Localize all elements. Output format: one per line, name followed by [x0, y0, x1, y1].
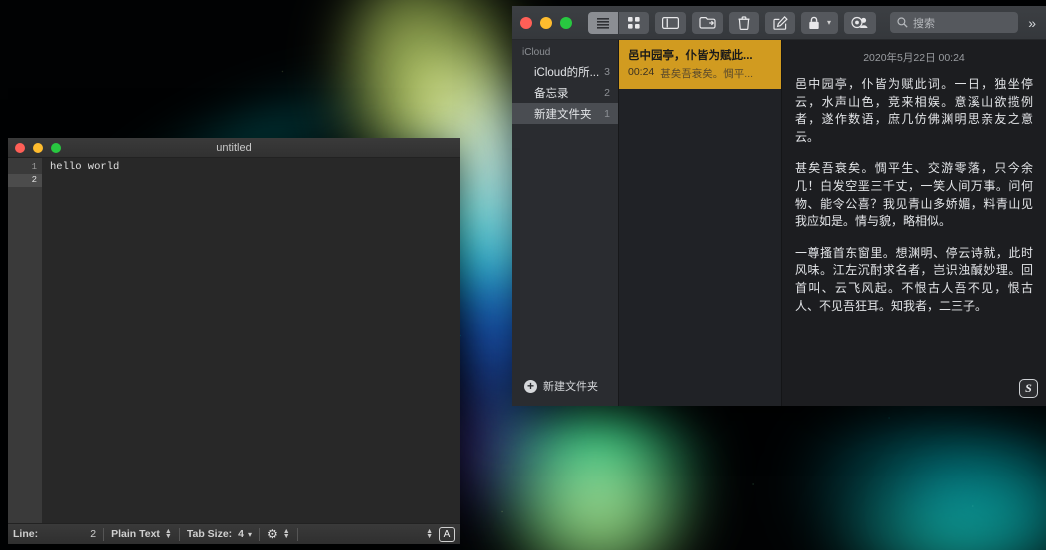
code-editor-area[interactable]: hello world — [42, 158, 460, 523]
search-placeholder: 搜索 — [913, 17, 936, 30]
line-number-current: 2 — [8, 174, 42, 187]
editor-status-bar: Line: 2 Plain Text ▲ ▼ Tab Size: 4 ▾ ⚙ ▲ ▼… — [8, 523, 460, 544]
sidebar-item-new-folder[interactable]: 新建文件夹 1 — [512, 103, 618, 124]
view-mode-group[interactable] — [588, 11, 649, 34]
move-to-folder-icon[interactable] — [692, 11, 723, 34]
notes-traffic-lights[interactable] — [520, 16, 572, 29]
note-list[interactable]: 邑中园亭，仆皆为赋此... 00:24 甚矣吾衰矣。惆平... — [619, 40, 782, 406]
line-label: Line: — [13, 528, 39, 540]
sidebar-item-label: 新建文件夹 — [534, 108, 592, 121]
font-size-button[interactable]: A — [439, 526, 455, 542]
note-paragraph: 甚矣吾衰矣。惆平生、交游零落，只今余几！白发空垩三千丈，一笑人间万事。问何物、能… — [795, 161, 1033, 229]
new-folder-label: 新建文件夹 — [543, 381, 598, 393]
lock-note-icon[interactable]: ▾ — [801, 11, 839, 34]
tab-size-value[interactable]: 4 — [238, 528, 244, 540]
note-text-body[interactable]: 邑中园亭，仆皆为赋此词。一日，独坐停云，水声山色，竞来相娱。意溪山欲揽例者，遂作… — [795, 76, 1033, 315]
status-divider — [178, 527, 180, 541]
note-time: 00:24 — [628, 66, 655, 78]
note-content[interactable]: 2020年5月22日 00:24 邑中园亭，仆皆为赋此词。一日，独坐停云，水声山… — [782, 40, 1046, 406]
status-divider — [259, 527, 261, 541]
text-editor-window[interactable]: untitled 1 2 hello world Line: 2 Plain T… — [8, 138, 460, 544]
close-button[interactable] — [520, 16, 532, 29]
syntax-mode-value[interactable]: Plain Text — [111, 528, 160, 540]
plus-circle-icon: + — [524, 379, 537, 393]
note-preview: 甚矣吾衰矣。惆平... — [660, 68, 754, 80]
grid-view-icon[interactable] — [619, 11, 649, 34]
notes-toolbar: ▾ 搜索 » — [512, 6, 1046, 40]
toolbar-overflow-icon[interactable]: » — [1024, 15, 1038, 31]
note-paragraph: 邑中园亭，仆皆为赋此词。一日，独坐停云，水声山色，竞来相娱。意溪山欲揽例者，遂作… — [795, 77, 1033, 144]
share-note-icon[interactable] — [844, 11, 877, 34]
note-subtitle: 00:24 甚矣吾衰矣。惆平... — [628, 66, 772, 81]
list-view-icon[interactable] — [588, 11, 618, 34]
chevron-down-icon[interactable]: ▾ — [827, 18, 831, 27]
new-note-icon[interactable] — [765, 11, 795, 34]
note-paragraph: 一尊搔首东窗里。想渊明、停云诗就，此时风味。江左沉酎求名者，岂识浊醎妙理。回首叫… — [795, 245, 1033, 313]
delete-note-icon[interactable] — [729, 11, 759, 34]
sidebar-item-label: iCloud的所... — [534, 66, 600, 79]
note-date: 2020年5月22日 00:24 — [863, 52, 965, 64]
sidebar-item-count: 1 — [604, 107, 610, 120]
chevron-down-icon[interactable]: ▾ — [248, 530, 252, 539]
notes-body: iCloud iCloud的所... 3 备忘录 2 新建文件夹 1 + 新建文… — [512, 40, 1046, 406]
line-value: 2 — [90, 528, 97, 540]
code-line: hello world — [50, 161, 120, 173]
right-stepper[interactable]: ▲ ▼ — [426, 528, 433, 540]
notes-sidebar: iCloud iCloud的所... 3 备忘录 2 新建文件夹 1 + 新建文… — [512, 40, 619, 406]
settings-gear-icon[interactable]: ⚙ — [267, 527, 278, 541]
editor-titlebar: untitled — [8, 138, 460, 158]
status-divider — [296, 527, 298, 541]
sidebar-item-label: 备忘录 — [534, 87, 569, 100]
sidebar-item-notes[interactable]: 备忘录 2 — [512, 82, 618, 103]
maximize-button[interactable] — [560, 16, 572, 29]
sidebar-item-all-icloud[interactable]: iCloud的所... 3 — [512, 61, 618, 82]
list-item[interactable]: 邑中园亭，仆皆为赋此... 00:24 甚矣吾衰矣。惆平... — [619, 40, 781, 89]
search-input[interactable]: 搜索 — [890, 12, 1019, 33]
notes-window[interactable]: ▾ 搜索 » iCloud iCloud的所... 3 备忘录 2 新建文件夹 … — [512, 6, 1046, 406]
minimize-button[interactable] — [540, 16, 552, 29]
editor-main: 1 2 hello world — [8, 158, 460, 523]
search-icon — [897, 17, 908, 28]
syntax-mode-stepper[interactable]: ▲ ▼ — [165, 528, 172, 540]
toggle-sidebar-icon[interactable] — [655, 11, 686, 34]
sidebar-item-count: 3 — [604, 65, 610, 78]
new-folder-button[interactable]: + 新建文件夹 — [512, 378, 618, 406]
line-number-gutter: 1 2 — [8, 158, 42, 523]
sidebar-section-title: iCloud — [522, 47, 551, 58]
status-divider — [103, 527, 105, 541]
tab-size-label: Tab Size: — [186, 528, 233, 540]
note-title: 邑中园亭，仆皆为赋此... — [628, 50, 753, 62]
sogou-input-badge: S — [1019, 379, 1038, 398]
line-number: 1 — [31, 162, 37, 172]
page-title: untitled — [216, 141, 252, 154]
sidebar-item-count: 2 — [604, 86, 610, 99]
gear-stepper[interactable]: ▲ ▼ — [283, 528, 290, 540]
